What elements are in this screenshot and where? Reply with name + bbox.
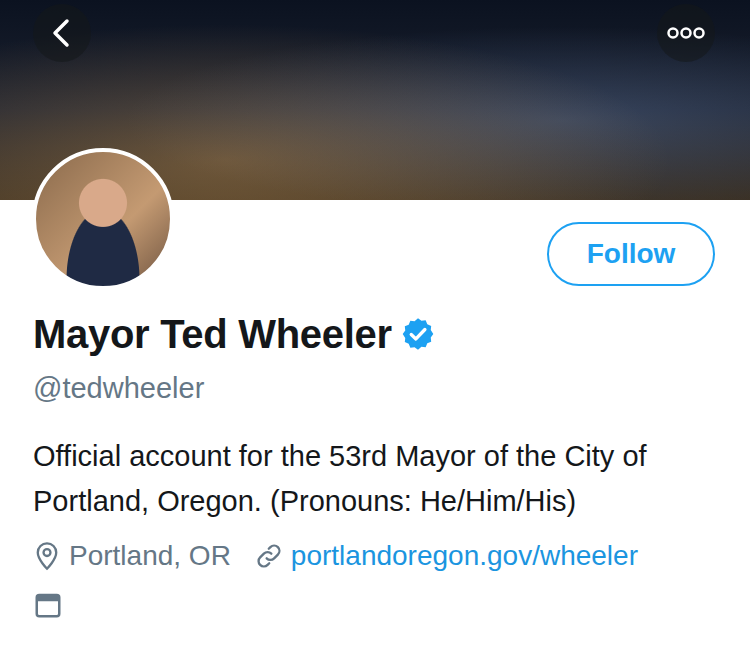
calendar-icon [33, 590, 63, 620]
verified-badge-icon [400, 316, 436, 352]
profile-name: Mayor Ted Wheeler [33, 310, 392, 358]
profile-handle: @tedwheeler [33, 370, 717, 406]
location-pin-icon [33, 541, 61, 571]
profile-avatar[interactable] [32, 148, 174, 290]
follow-button[interactable]: Follow [547, 222, 715, 286]
back-button[interactable] [33, 4, 91, 62]
more-dots-icon [666, 26, 706, 40]
profile-bio: Official account for the 53rd Mayor of t… [33, 434, 717, 524]
follow-label: Follow [587, 238, 676, 269]
location-item: Portland, OR [33, 538, 231, 574]
more-button[interactable] [657, 4, 715, 62]
location-text: Portland, OR [69, 538, 231, 574]
link-icon [255, 542, 283, 570]
website-link[interactable]: portlandoregon.gov/wheeler [291, 538, 638, 574]
website-item: portlandoregon.gov/wheeler [255, 538, 638, 574]
joined-row [33, 590, 717, 620]
chevron-left-icon [49, 18, 75, 48]
